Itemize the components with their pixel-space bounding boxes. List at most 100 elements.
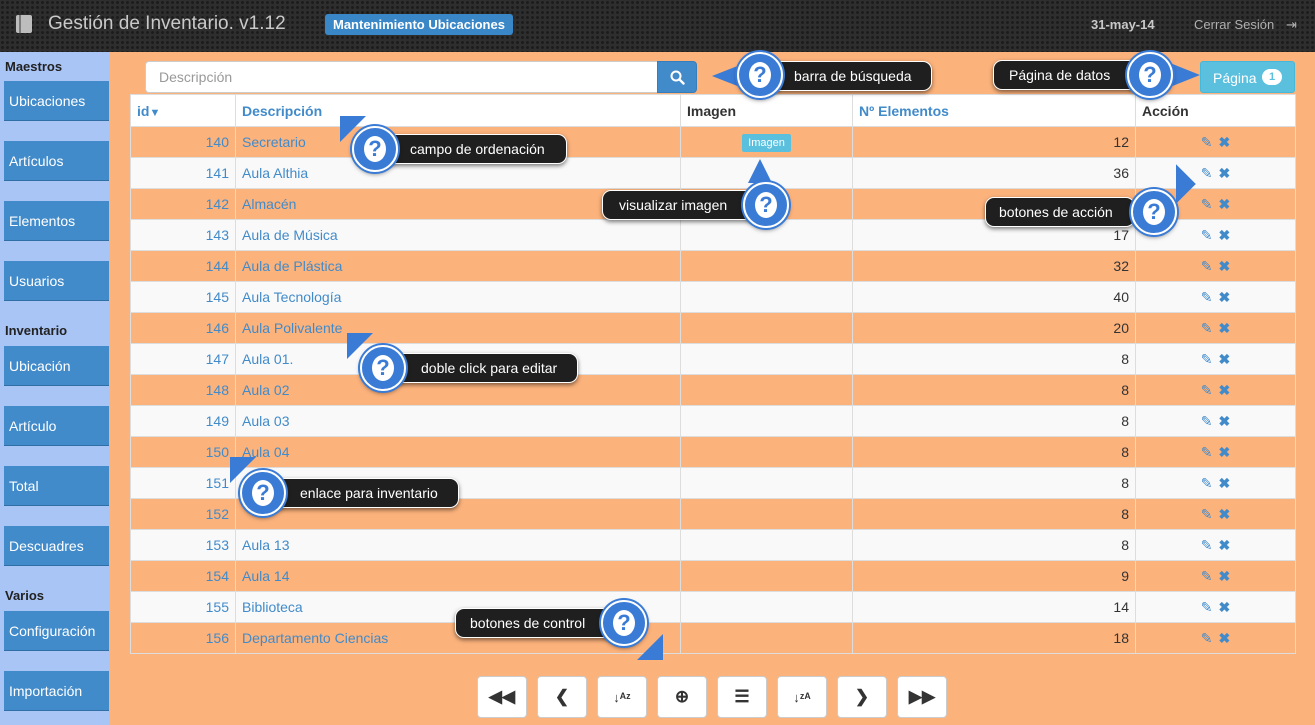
row-description[interactable]: Aula 13	[235, 529, 681, 561]
column-header-elements[interactable]: Nº Elementos	[852, 94, 1136, 127]
help-icon[interactable]	[352, 126, 398, 172]
pencil-icon[interactable]: ✎	[1201, 382, 1213, 399]
row-id-link[interactable]: 152	[130, 498, 236, 530]
pencil-icon[interactable]: ✎	[1201, 165, 1213, 182]
pencil-icon[interactable]: ✎	[1201, 568, 1213, 585]
row-description[interactable]: Aula Polivalente	[235, 312, 681, 344]
logout-icon[interactable]: ⇥	[1286, 17, 1297, 33]
sidebar-item-ubicacion[interactable]: Ubicación	[4, 346, 109, 386]
pencil-icon[interactable]: ✎	[1201, 258, 1213, 275]
close-icon[interactable]: ✖	[1219, 165, 1231, 182]
row-id-link[interactable]: 145	[130, 281, 236, 313]
help-icon[interactable]	[1127, 52, 1173, 98]
close-icon[interactable]: ✖	[1219, 568, 1231, 585]
help-icon[interactable]	[240, 470, 286, 516]
pencil-icon[interactable]: ✎	[1201, 444, 1213, 461]
close-icon[interactable]: ✖	[1219, 506, 1231, 523]
row-id-link[interactable]: 156	[130, 622, 236, 654]
pencil-icon[interactable]: ✎	[1201, 289, 1213, 306]
close-icon[interactable]: ✖	[1219, 196, 1231, 213]
last-page-button[interactable]: ▶▶	[897, 676, 947, 718]
row-id-link[interactable]: 154	[130, 560, 236, 592]
help-icon[interactable]	[1131, 189, 1177, 235]
pencil-icon[interactable]: ✎	[1201, 537, 1213, 554]
sidebar-item-importacion[interactable]: Importación	[4, 671, 109, 711]
pencil-icon[interactable]: ✎	[1201, 506, 1213, 523]
column-header-description[interactable]: Descripción	[235, 94, 681, 127]
sidebar-item-articulos[interactable]: Artículos	[4, 141, 109, 181]
row-id-link[interactable]: 143	[130, 219, 236, 251]
close-icon[interactable]: ✖	[1219, 537, 1231, 554]
view-image-button[interactable]: Imagen	[742, 133, 791, 152]
close-icon[interactable]: ✖	[1219, 475, 1231, 492]
close-icon[interactable]: ✖	[1219, 444, 1231, 461]
close-icon[interactable]: ✖	[1219, 227, 1231, 244]
row-description[interactable]: Aula de Música	[235, 219, 681, 251]
help-icon[interactable]	[737, 52, 783, 98]
close-icon[interactable]: ✖	[1219, 382, 1231, 399]
pencil-icon[interactable]: ✎	[1201, 227, 1213, 244]
row-id-link[interactable]: 147	[130, 343, 236, 375]
close-icon[interactable]: ✖	[1219, 630, 1231, 647]
pencil-icon[interactable]: ✎	[1201, 475, 1213, 492]
pencil-icon[interactable]: ✎	[1201, 196, 1213, 213]
sidebar-item-articulo[interactable]: Artículo	[4, 406, 109, 446]
table-row[interactable]: 146 Aula Polivalente 20 ✎ ✖	[130, 312, 1296, 344]
sidebar-item-elementos[interactable]: Elementos	[4, 201, 109, 241]
row-id-link[interactable]: 149	[130, 405, 236, 437]
row-id-link[interactable]: 153	[130, 529, 236, 561]
row-description[interactable]: Aula 04	[235, 436, 681, 468]
sidebar-item-total[interactable]: Total	[4, 466, 109, 506]
sort-descending-button[interactable]: ↓ᶻᴬ	[777, 676, 827, 718]
pencil-icon[interactable]: ✎	[1201, 351, 1213, 368]
column-header-id[interactable]: id▼	[130, 94, 236, 127]
search-button[interactable]	[657, 61, 697, 93]
table-row[interactable]: 153 Aula 13 8 ✎ ✖	[130, 529, 1296, 561]
row-id-link[interactable]: 150	[130, 436, 236, 468]
search-input[interactable]	[145, 61, 658, 93]
pencil-icon[interactable]: ✎	[1201, 630, 1213, 647]
close-icon[interactable]: ✖	[1219, 599, 1231, 616]
close-icon[interactable]: ✖	[1219, 413, 1231, 430]
row-description[interactable]: Aula de Plástica	[235, 250, 681, 282]
pencil-icon[interactable]: ✎	[1201, 413, 1213, 430]
row-id-link[interactable]: 144	[130, 250, 236, 282]
help-icon[interactable]	[601, 600, 647, 646]
table-row[interactable]: 144 Aula de Plástica 32 ✎ ✖	[130, 250, 1296, 282]
previous-page-button[interactable]: ❮	[537, 676, 587, 718]
close-icon[interactable]: ✖	[1219, 134, 1231, 151]
pencil-icon[interactable]: ✎	[1201, 134, 1213, 151]
next-page-button[interactable]: ❯	[837, 676, 887, 718]
close-icon[interactable]: ✖	[1219, 258, 1231, 275]
table-row[interactable]: 140 Secretario Imagen 12 ✎ ✖	[130, 126, 1296, 158]
help-icon[interactable]	[360, 345, 406, 391]
row-id-link[interactable]: 151	[130, 467, 236, 499]
table-row[interactable]: 147 Aula 01. 8 ✎ ✖	[130, 343, 1296, 375]
table-row[interactable]: 145 Aula Tecnología 40 ✎ ✖	[130, 281, 1296, 313]
add-button[interactable]: ⊕	[657, 676, 707, 718]
table-row[interactable]: 149 Aula 03 8 ✎ ✖	[130, 405, 1296, 437]
table-row[interactable]: 156 Departamento Ciencias 18 ✎ ✖	[130, 622, 1296, 654]
table-row[interactable]: 141 Aula Althia 36 ✎ ✖	[130, 157, 1296, 189]
close-icon[interactable]: ✖	[1219, 320, 1231, 337]
row-id-link[interactable]: 140	[130, 126, 236, 158]
page-button[interactable]: Página 1	[1200, 61, 1295, 93]
pencil-icon[interactable]: ✎	[1201, 320, 1213, 337]
close-icon[interactable]: ✖	[1219, 289, 1231, 306]
list-button[interactable]: ☰	[717, 676, 767, 718]
row-id-link[interactable]: 141	[130, 157, 236, 189]
row-description[interactable]: Aula 14	[235, 560, 681, 592]
row-description[interactable]: Aula 03	[235, 405, 681, 437]
help-icon[interactable]	[743, 182, 789, 228]
sort-ascending-button[interactable]: ↓ᴬᶻ	[597, 676, 647, 718]
row-id-link[interactable]: 148	[130, 374, 236, 406]
row-id-link[interactable]: 155	[130, 591, 236, 623]
sidebar-item-descuadres[interactable]: Descuadres	[4, 526, 109, 566]
sidebar-item-ubicaciones[interactable]: Ubicaciones	[4, 81, 109, 121]
table-row[interactable]: 150 Aula 04 8 ✎ ✖	[130, 436, 1296, 468]
row-description[interactable]: Aula Tecnología	[235, 281, 681, 313]
first-page-button[interactable]: ◀◀	[477, 676, 527, 718]
table-row[interactable]: 155 Biblioteca 14 ✎ ✖	[130, 591, 1296, 623]
row-id-link[interactable]: 146	[130, 312, 236, 344]
table-row[interactable]: 148 Aula 02 8 ✎ ✖	[130, 374, 1296, 406]
